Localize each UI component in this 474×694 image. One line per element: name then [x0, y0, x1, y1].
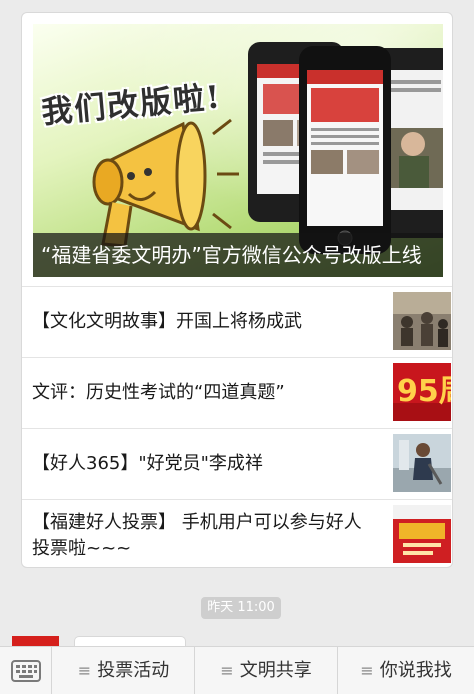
menu-item-label: 文明共享: [239, 660, 312, 681]
article-title: 文评：历史性考试的“四道真题”: [32, 382, 285, 403]
article-item[interactable]: 【福建好人投票】 手机用户可以参与好人投票啦~~~: [22, 499, 452, 567]
menu-item-label: 你说我找: [379, 660, 452, 681]
menu-item-ask[interactable]: ≡ 你说我找: [338, 647, 474, 694]
menu-item-share[interactable]: ≡ 文明共享: [195, 647, 337, 694]
megaphone-mascot-icon: [92, 118, 239, 248]
menu-item-vote[interactable]: ≡ 投票活动: [53, 647, 194, 694]
article-title: 【文化文明故事】开国上将杨成武: [32, 311, 302, 332]
hero-banner[interactable]: 我们改版啦! “福建省委文明办”官方微信公众号改版上线: [33, 24, 443, 277]
chat-timestamp: 昨天 11:00: [201, 597, 281, 619]
keyboard-icon: [11, 660, 41, 682]
phone-front: [299, 46, 391, 254]
bottom-menu-bar: ≡ 投票活动 ≡ 文明共享 ≡ 你说我找: [0, 646, 474, 694]
historical-photo-icon: [393, 292, 451, 350]
vote-banner-icon: [393, 505, 451, 563]
menu-item-label: 投票活动: [97, 660, 170, 681]
menu-lines-icon: ≡: [360, 661, 374, 680]
article-item[interactable]: 【文化文明故事】开国上将杨成武: [22, 286, 452, 357]
menu-lines-icon: ≡: [77, 661, 92, 680]
hero-caption[interactable]: “福建省委文明办”官方微信公众号改版上线: [33, 233, 443, 277]
article-item[interactable]: 文评：历史性考试的“四道真题” 95周年: [22, 357, 452, 428]
person-photo-icon: [393, 434, 451, 492]
news-card[interactable]: 我们改版啦! “福建省委文明办”官方微信公众号改版上线 【文化文明故事】开国上将…: [21, 12, 453, 568]
article-title: 【福建好人投票】 手机用户可以参与好人投票啦~~~: [32, 512, 362, 559]
article-title: 【好人365】"好党员"李成祥: [32, 453, 263, 474]
keyboard-toggle-button[interactable]: [0, 647, 52, 694]
thumb-anniversary-text: 95周年: [397, 374, 451, 409]
article-item[interactable]: 【好人365】"好党员"李成祥: [22, 428, 452, 499]
anniversary-graphic-icon: 95周年: [393, 363, 451, 421]
menu-lines-icon: ≡: [220, 661, 234, 680]
